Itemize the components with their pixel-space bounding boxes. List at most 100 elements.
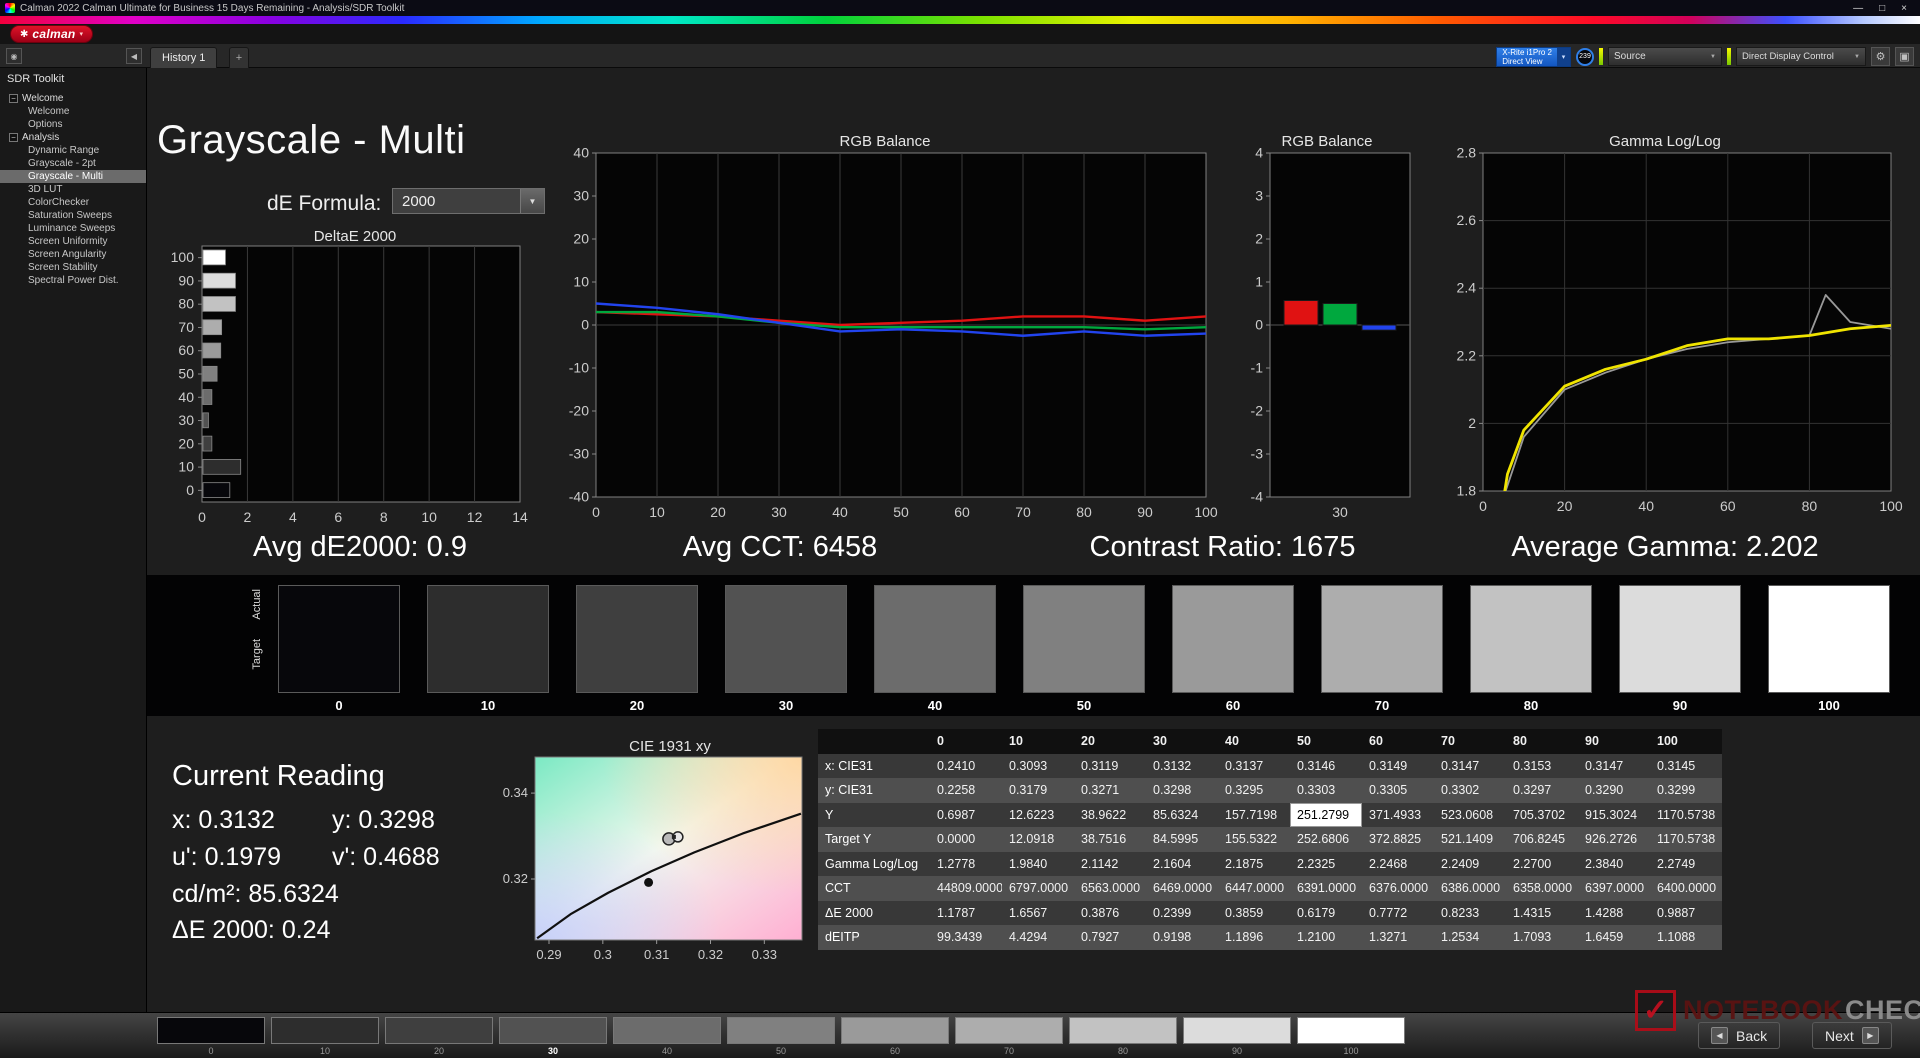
table-cell[interactable]: 1.4288 xyxy=(1578,901,1650,926)
table-cell[interactable]: 6386.0000 xyxy=(1434,876,1506,901)
table-cell[interactable]: 1.6567 xyxy=(1002,901,1074,926)
table-cell[interactable]: 84.5995 xyxy=(1146,827,1218,852)
level-chip-10[interactable] xyxy=(271,1017,379,1044)
table-cell[interactable]: 252.6806 xyxy=(1290,827,1362,852)
record-icon-button[interactable]: ◉ xyxy=(6,48,22,64)
level-chip-80[interactable] xyxy=(1069,1017,1177,1044)
table-cell[interactable]: 85.6324 xyxy=(1146,803,1218,828)
table-cell[interactable]: 0.3303 xyxy=(1290,778,1362,803)
table-cell[interactable]: 371.4933 xyxy=(1362,803,1434,828)
table-cell[interactable]: 0.3859 xyxy=(1218,901,1290,926)
table-cell[interactable]: 705.3702 xyxy=(1506,803,1578,828)
table-cell[interactable]: 6397.0000 xyxy=(1578,876,1650,901)
table-cell[interactable]: 0.3119 xyxy=(1074,754,1146,779)
table-cell[interactable]: 1.9840 xyxy=(1002,852,1074,877)
maximize-button[interactable]: □ xyxy=(1879,3,1885,14)
display-control-dropdown[interactable]: Direct Display Control ▼ xyxy=(1736,47,1866,66)
table-cell[interactable]: 0.3132 xyxy=(1146,754,1218,779)
table-cell[interactable]: 6391.0000 xyxy=(1290,876,1362,901)
table-cell[interactable]: 1.2100 xyxy=(1290,925,1362,950)
table-cell[interactable]: 2.2700 xyxy=(1506,852,1578,877)
table-cell[interactable]: 6358.0000 xyxy=(1506,876,1578,901)
table-cell[interactable]: 0.3298 xyxy=(1146,778,1218,803)
table-cell[interactable]: 372.8825 xyxy=(1362,827,1434,852)
table-cell[interactable]: 0.8233 xyxy=(1434,901,1506,926)
table-cell[interactable]: 521.1409 xyxy=(1434,827,1506,852)
level-chip-40[interactable] xyxy=(613,1017,721,1044)
table-cell[interactable]: 0.3149 xyxy=(1362,754,1434,779)
table-cell[interactable]: 0.3302 xyxy=(1434,778,1506,803)
tab-history-1[interactable]: History 1 xyxy=(150,47,217,68)
table-cell[interactable]: 1.1088 xyxy=(1650,925,1722,950)
table-cell[interactable]: 1.7093 xyxy=(1506,925,1578,950)
table-cell[interactable]: 0.3147 xyxy=(1578,754,1650,779)
table-cell[interactable]: 2.1875 xyxy=(1218,852,1290,877)
table-cell[interactable]: 0.3295 xyxy=(1218,778,1290,803)
table-cell[interactable]: 0.9198 xyxy=(1146,925,1218,950)
source-dropdown[interactable]: Source ▼ xyxy=(1608,47,1722,66)
level-chip-30[interactable] xyxy=(499,1017,607,1044)
table-cell[interactable]: 2.2325 xyxy=(1290,852,1362,877)
table-cell[interactable]: 0.3145 xyxy=(1650,754,1722,779)
table-cell[interactable]: 2.1604 xyxy=(1146,852,1218,877)
display-screen-button[interactable]: ▣ xyxy=(1895,47,1914,66)
table-cell[interactable]: 4.4294 xyxy=(1002,925,1074,950)
level-chip-60[interactable] xyxy=(841,1017,949,1044)
table-cell[interactable]: 0.9887 xyxy=(1650,901,1722,926)
table-cell[interactable]: 2.3840 xyxy=(1578,852,1650,877)
table-cell[interactable]: 0.3290 xyxy=(1578,778,1650,803)
settings-gear-button[interactable]: ⚙ xyxy=(1871,47,1890,66)
table-cell[interactable]: 1.4315 xyxy=(1506,901,1578,926)
table-cell[interactable]: 706.8245 xyxy=(1506,827,1578,852)
table-cell[interactable]: 0.0000 xyxy=(930,827,1002,852)
table-cell[interactable]: 12.6223 xyxy=(1002,803,1074,828)
table-cell[interactable]: 0.3299 xyxy=(1650,778,1722,803)
level-chip-90[interactable] xyxy=(1183,1017,1291,1044)
table-cell[interactable]: 0.2410 xyxy=(930,754,1002,779)
level-chip-100[interactable] xyxy=(1297,1017,1405,1044)
table-cell[interactable]: 0.7927 xyxy=(1074,925,1146,950)
table-cell[interactable]: 1.1787 xyxy=(930,901,1002,926)
table-cell[interactable]: 0.3153 xyxy=(1506,754,1578,779)
table-cell[interactable]: 6447.0000 xyxy=(1218,876,1290,901)
table-cell[interactable]: 6797.0000 xyxy=(1002,876,1074,901)
meter-button[interactable]: X-Rite i1Pro 2 Direct View ▾ xyxy=(1496,47,1571,67)
de-formula-dropdown[interactable]: 2000 ▼ xyxy=(392,188,545,214)
table-cell[interactable]: 915.3024 xyxy=(1578,803,1650,828)
table-cell[interactable]: 38.7516 xyxy=(1074,827,1146,852)
table-cell[interactable]: 157.7198 xyxy=(1218,803,1290,828)
table-cell[interactable]: 1.2778 xyxy=(930,852,1002,877)
table-cell[interactable]: 0.7772 xyxy=(1362,901,1434,926)
table-cell[interactable]: 2.2409 xyxy=(1434,852,1506,877)
add-tab-button[interactable]: + xyxy=(229,47,249,68)
table-cell[interactable]: 523.0608 xyxy=(1434,803,1506,828)
level-chip-50[interactable] xyxy=(727,1017,835,1044)
table-cell[interactable]: 0.3147 xyxy=(1434,754,1506,779)
table-cell[interactable]: 0.6987 xyxy=(930,803,1002,828)
table-cell[interactable]: 1.2534 xyxy=(1434,925,1506,950)
calman-menu-button[interactable]: ✱ calman ▾ xyxy=(10,25,93,43)
table-cell[interactable]: 0.3137 xyxy=(1218,754,1290,779)
table-cell[interactable]: 0.2399 xyxy=(1146,901,1218,926)
table-cell[interactable]: 2.2468 xyxy=(1362,852,1434,877)
table-cell[interactable]: 0.3876 xyxy=(1074,901,1146,926)
level-chip-0[interactable] xyxy=(157,1017,265,1044)
table-cell[interactable]: 1.1896 xyxy=(1218,925,1290,950)
close-button[interactable]: × xyxy=(1901,3,1907,14)
table-cell[interactable]: 2.2749 xyxy=(1650,852,1722,877)
table-cell[interactable]: 926.2726 xyxy=(1578,827,1650,852)
table-cell[interactable]: 0.3093 xyxy=(1002,754,1074,779)
table-cell-selected[interactable]: 251.2799 xyxy=(1290,803,1362,828)
table-cell[interactable]: 6376.0000 xyxy=(1362,876,1434,901)
table-cell[interactable]: 1170.5738 xyxy=(1650,827,1722,852)
table-cell[interactable]: 6469.0000 xyxy=(1146,876,1218,901)
table-cell[interactable]: 0.3297 xyxy=(1506,778,1578,803)
table-cell[interactable]: 6563.0000 xyxy=(1074,876,1146,901)
table-cell[interactable]: 1.6459 xyxy=(1578,925,1650,950)
table-cell[interactable]: 12.0918 xyxy=(1002,827,1074,852)
table-cell[interactable]: 1170.5738 xyxy=(1650,803,1722,828)
table-cell[interactable]: 44809.0000 xyxy=(930,876,1002,901)
table-cell[interactable]: 2.1142 xyxy=(1074,852,1146,877)
level-chip-20[interactable] xyxy=(385,1017,493,1044)
table-cell[interactable]: 6400.0000 xyxy=(1650,876,1722,901)
